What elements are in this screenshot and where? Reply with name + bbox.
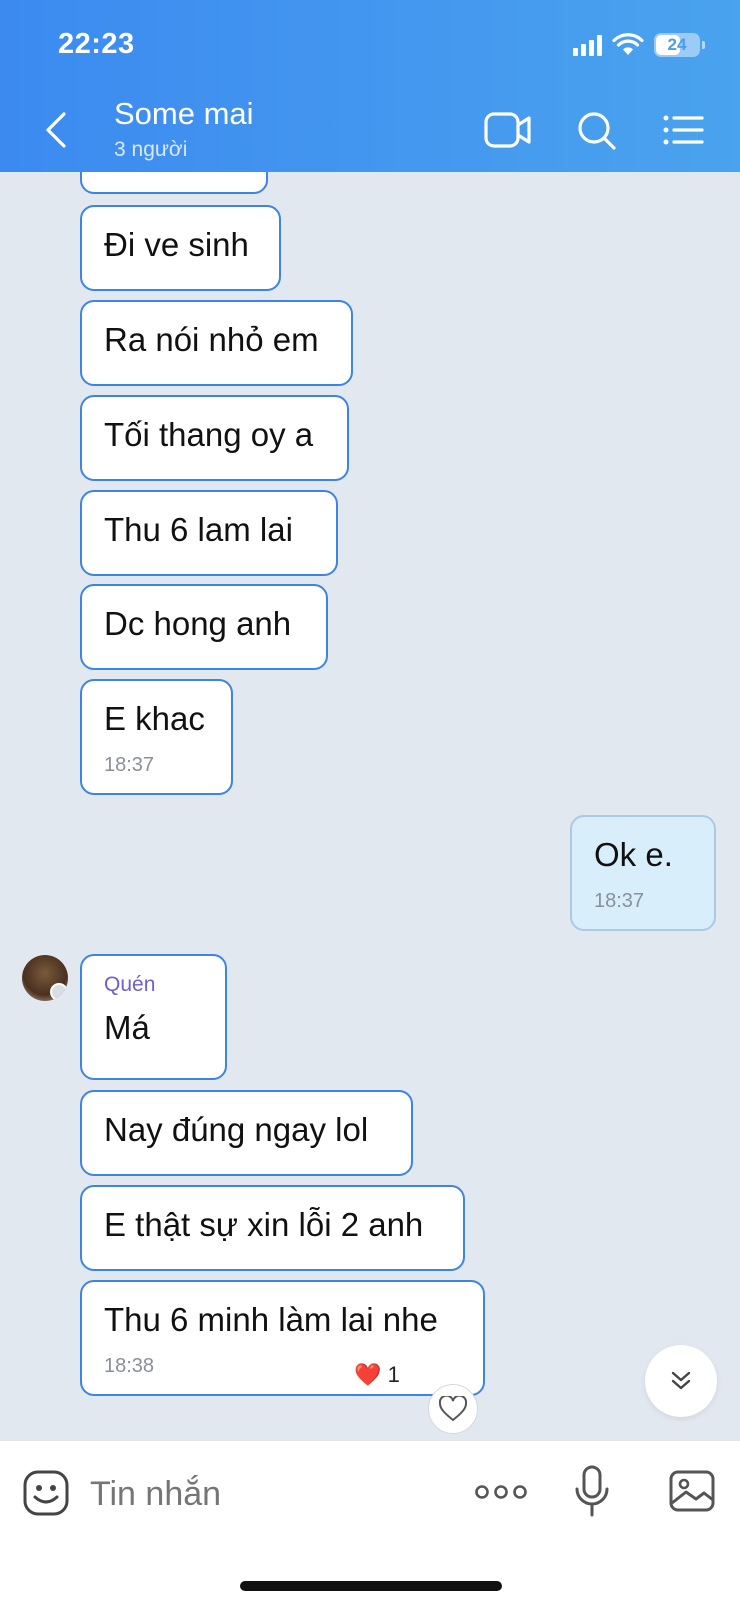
message-time: 18:37 <box>104 754 155 776</box>
message-bubble[interactable]: E thật sự xin lỗi 2 anh <box>80 1185 465 1271</box>
message-bubble[interactable]: Ra nói nhỏ em <box>80 300 353 386</box>
status-time: 22:23 <box>58 28 135 60</box>
search-icon[interactable] <box>574 108 622 152</box>
key-badge-icon <box>50 983 68 1001</box>
battery-icon: 24 <box>654 33 705 57</box>
wifi-icon <box>612 33 644 55</box>
emoji-icon[interactable] <box>22 1469 70 1517</box>
message-text: Ra nói nhỏ em <box>104 321 319 358</box>
heart-reaction-icon: ❤️ <box>354 1362 382 1387</box>
message-text: Đi ve sinh <box>104 226 249 263</box>
message-text: Thu 6 lam lai <box>104 511 293 548</box>
menu-list-icon[interactable] <box>660 108 708 152</box>
message-text: Dc hong anh <box>104 605 292 642</box>
message-input[interactable] <box>90 1471 450 1517</box>
message-text: Má <box>104 1009 150 1046</box>
message-bubble[interactable]: E khac 18:37 <box>80 679 233 795</box>
cellular-signal-icon <box>573 34 602 56</box>
heart-icon <box>439 1396 467 1422</box>
my-message-bubble[interactable]: Ok e. 18:37 <box>570 815 716 931</box>
reaction-summary[interactable]: ❤️ 1 <box>346 1358 408 1392</box>
react-button[interactable] <box>428 1384 478 1434</box>
image-icon[interactable] <box>668 1467 716 1515</box>
member-count: 3 người <box>114 138 188 161</box>
message-bubble[interactable]: Đi ve sinh <box>80 205 281 291</box>
message-bubble[interactable]: Dc hong anh <box>80 584 328 670</box>
message-text: E khac <box>104 700 205 737</box>
chevron-double-down-icon <box>671 1371 691 1390</box>
chat-header: 22:23 24 Some mai 3 người <box>0 0 740 172</box>
message-bubble[interactable]: Thu 6 lam lai <box>80 490 338 576</box>
message-bubble[interactable]: Quén Má <box>80 954 227 1080</box>
status-icons: 24 <box>573 30 705 60</box>
message-text: E thật sự xin lỗi 2 anh <box>104 1206 424 1243</box>
scroll-to-bottom-button[interactable] <box>645 1345 717 1417</box>
message-composer <box>0 1440 740 1600</box>
chat-title[interactable]: Some mai <box>114 96 254 132</box>
message-text: Nay đúng ngay lol <box>104 1111 369 1148</box>
message-text: Thu 6 minh làm lai nhe <box>104 1301 438 1338</box>
home-indicator <box>240 1581 502 1591</box>
reaction-count: 1 <box>387 1362 400 1387</box>
sender-name: Quén <box>104 973 156 996</box>
message-bubble[interactable] <box>80 172 268 194</box>
video-call-icon[interactable] <box>484 108 532 152</box>
microphone-icon[interactable] <box>572 1465 612 1517</box>
message-text: Tối thang oy a <box>104 416 314 453</box>
back-icon[interactable] <box>38 108 74 152</box>
message-bubble[interactable]: Tối thang oy a <box>80 395 349 481</box>
message-time: 18:37 <box>594 890 645 912</box>
avatar[interactable] <box>22 955 68 1001</box>
more-icon[interactable] <box>474 1479 528 1505</box>
message-text: Ok e. <box>594 836 673 873</box>
message-list[interactable]: Đi ve sinh Ra nói nhỏ em Tối thang oy a … <box>0 172 740 1440</box>
message-bubble[interactable]: Nay đúng ngay lol <box>80 1090 413 1176</box>
battery-level: 24 <box>667 35 687 54</box>
message-bubble[interactable]: Thu 6 minh làm lai nhe 18:38 <box>80 1280 485 1396</box>
